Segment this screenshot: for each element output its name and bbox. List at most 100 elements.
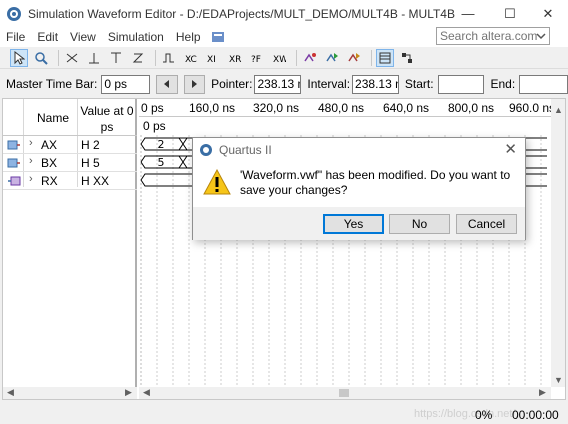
time-ruler[interactable]: 0 ps 160,0 ns 320,0 ns 480,0 ns 640,0 ns…	[139, 99, 551, 117]
quartus-app-icon	[7, 6, 21, 21]
dialog-close-icon[interactable]: ✕	[504, 140, 517, 158]
horizontal-scrollbar[interactable]: ◀ ▶	[139, 387, 551, 399]
scroll-left-arrow-icon[interactable]: ◀	[143, 387, 150, 398]
netlist-view-button[interactable]	[398, 49, 416, 67]
help-book-icon[interactable]	[211, 31, 225, 43]
snap-icon	[304, 52, 316, 61]
signal-list-panel: Name Value at 0 ps › AX H 2 › BX H 5 › R…	[3, 99, 137, 399]
menu-view[interactable]: View	[64, 30, 102, 44]
forcing-low-button[interactable]	[85, 49, 103, 67]
svg-text:XC: XC	[185, 55, 197, 65]
cancel-button[interactable]: Cancel	[456, 214, 517, 234]
search-input[interactable]	[436, 27, 550, 45]
signal-row-bx[interactable]: › BX H 5	[3, 154, 137, 172]
menu-help[interactable]: Help	[170, 30, 207, 44]
scroll-down-arrow-icon[interactable]: ▼	[554, 375, 563, 385]
previous-transition-button[interactable]	[156, 74, 178, 94]
snap-to-grid-button[interactable]	[301, 49, 319, 67]
value-column-header[interactable]: Value at 0 ps	[79, 103, 135, 135]
pointer-field[interactable]: 238.13 ns	[254, 74, 302, 94]
high-impedance-button[interactable]	[129, 49, 147, 67]
end-field[interactable]	[519, 74, 568, 94]
search-dropdown-icon[interactable]	[534, 28, 548, 44]
toolbar-separator	[155, 49, 156, 66]
toolbar-separator	[296, 49, 297, 66]
invert-button[interactable]: XI	[204, 49, 222, 67]
force-low-icon	[89, 52, 99, 63]
expand-chevron-icon[interactable]: ›	[29, 155, 33, 167]
interval-label: Interval:	[307, 77, 351, 91]
vertical-scrollbar[interactable]: ▲ ▼	[551, 99, 565, 387]
zoom-icon	[35, 51, 48, 65]
bus-value-label: 5	[158, 156, 165, 169]
menu-edit[interactable]: Edit	[31, 30, 64, 44]
signal-name: RX	[41, 174, 58, 188]
signal-value: H 5	[81, 156, 100, 170]
scroll-thumb[interactable]	[339, 389, 349, 397]
expand-chevron-icon[interactable]: ›	[29, 173, 33, 185]
forcing-unknown-button[interactable]	[63, 49, 81, 67]
arbitrary-value-button[interactable]: ?F	[248, 49, 266, 67]
clock-button[interactable]	[160, 49, 178, 67]
yes-button[interactable]: Yes	[323, 214, 384, 234]
watermark-text: https://blog.csdn.net/...	[414, 408, 525, 420]
master-time-field[interactable]: 0 ps	[101, 74, 151, 94]
clock-wave-icon	[163, 53, 174, 62]
svg-text:XI: XI	[207, 55, 216, 65]
random-icon: XR	[229, 55, 241, 65]
grid-icon	[379, 52, 391, 63]
minimize-button[interactable]: —	[448, 0, 488, 27]
signal-row-ax[interactable]: › AX H 2	[3, 136, 137, 154]
right-arrow-icon	[192, 80, 198, 88]
status-bar: https://blog.csdn.net/... 0% 00:00:00	[0, 404, 568, 424]
signal-value: H XX	[81, 174, 110, 188]
timing-sim-button[interactable]	[345, 49, 363, 67]
weak-low-button[interactable]: XW	[270, 49, 288, 67]
force-high-icon	[111, 52, 121, 63]
interval-field[interactable]: 238.13 ns	[352, 74, 399, 94]
grid-view-button[interactable]	[376, 48, 394, 67]
expand-chevron-icon[interactable]: ›	[29, 137, 33, 149]
start-field[interactable]	[437, 74, 485, 94]
svg-text:?F: ?F	[251, 55, 261, 65]
scroll-left-arrow-icon[interactable]: ◀	[7, 387, 14, 398]
zoom-tool-button[interactable]	[32, 49, 50, 67]
signal-row-rx[interactable]: › RX H XX	[3, 172, 137, 190]
maximize-button[interactable]: ☐	[490, 0, 530, 27]
end-label: End:	[490, 77, 516, 91]
forcing-high-button[interactable]	[107, 49, 125, 67]
toolbar-separator	[58, 49, 59, 66]
title-bar: Simulation Waveform Editor - D:/EDAProje…	[0, 0, 568, 27]
ruler-tick-label: 800,0 ns	[448, 101, 495, 115]
signal-name: AX	[41, 138, 58, 152]
name-column-header[interactable]: Name	[37, 111, 69, 125]
elapsed-time: 00:00:00	[512, 408, 559, 422]
dialog-button-row: Yes No Cancel	[193, 207, 525, 240]
time-bar: Master Time Bar: 0 ps Pointer: 238.13 ns…	[0, 70, 568, 98]
name-panel-scrollbar[interactable]: ◀ ▶	[3, 387, 137, 399]
close-window-button[interactable]: ✕	[528, 0, 568, 27]
quartus-app-icon	[200, 143, 212, 156]
menu-simulation[interactable]: Simulation	[102, 30, 170, 44]
dialog-message: 'Waveform.vwf" has been modified. Do you…	[240, 168, 511, 197]
ruler-tick-label: 160,0 ns	[189, 101, 236, 115]
scroll-right-arrow-icon[interactable]: ▶	[539, 387, 546, 398]
scroll-up-arrow-icon[interactable]: ▲	[554, 105, 563, 115]
selection-tool-button[interactable]	[10, 48, 28, 67]
scroll-right-arrow-icon[interactable]: ▶	[125, 387, 132, 398]
left-arrow-icon	[163, 80, 169, 88]
functional-sim-button[interactable]	[323, 49, 341, 67]
pointer-arrow-icon	[14, 50, 25, 65]
menu-file[interactable]: File	[0, 30, 31, 44]
ruler-tick-label: 0 ps	[141, 101, 164, 115]
invert-icon: XI	[207, 55, 216, 65]
dialog-title-bar: Quartus II ✕	[193, 138, 525, 161]
start-label: Start:	[404, 77, 434, 91]
next-transition-button[interactable]	[183, 74, 206, 94]
warning-icon	[203, 169, 231, 195]
bus-value-label: 2	[158, 138, 165, 151]
count-value-button[interactable]: XC	[182, 49, 200, 67]
no-button[interactable]: No	[389, 214, 450, 234]
save-changes-dialog: Quartus II ✕ 'Waveform.vwf" has been mod…	[192, 137, 526, 240]
random-values-button[interactable]: XR	[226, 49, 244, 67]
